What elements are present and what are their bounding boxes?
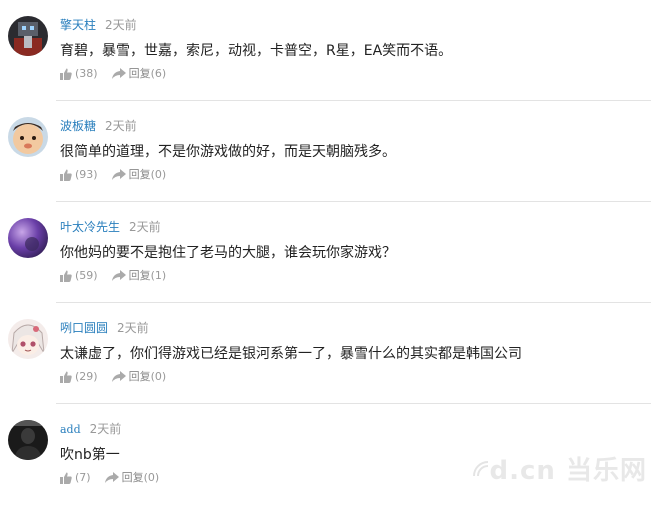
- thumbs-up-icon: [60, 371, 72, 383]
- thumbs-up-icon: [60, 169, 72, 181]
- reply-arrow-icon: [104, 472, 119, 483]
- thumbs-up-icon: [60, 472, 72, 484]
- comment-time: 2天前: [117, 321, 149, 335]
- reply-button[interactable]: 回复 (0): [104, 470, 160, 486]
- reply-button[interactable]: 回复 (1): [111, 268, 167, 284]
- reply-count: (0): [150, 370, 167, 383]
- reply-button[interactable]: 回复 (0): [111, 369, 167, 385]
- watermark-text: d.cn 当乐网: [489, 456, 647, 486]
- comment-text: 育碧，暴雪，世嘉，索尼，动视，卡普空，R星，EA笑而不语。: [60, 43, 453, 59]
- username-link[interactable]: add: [60, 423, 81, 436]
- like-count: (7): [75, 471, 91, 484]
- comment-text: 你他妈的要不是抱住了老马的大腿，谁会玩你家游戏？: [60, 245, 396, 261]
- reply-label: 回复: [128, 269, 151, 282]
- reply-count: (1): [150, 269, 167, 282]
- comment-item: 叶太冷先生 2天前 你他妈的要不是抱住了老马的大腿，谁会玩你家游戏？ (59) 回…: [0, 202, 659, 303]
- comment-item: 波板糖 2天前 很简单的道理，不是你游戏做的好，而是天朝脑残多。 (93) 回复 …: [0, 101, 659, 202]
- reply-label: 回复: [128, 370, 151, 383]
- reply-label: 回复: [121, 471, 144, 484]
- username-link[interactable]: 叶太冷先生: [60, 220, 120, 234]
- comment-text: 很简单的道理，不是你游戏做的好，而是天朝脑残多。: [60, 144, 396, 160]
- reply-arrow-icon: [111, 270, 126, 281]
- watermark-logo: d.cn 当乐网: [472, 450, 647, 487]
- like-count: (93): [75, 168, 98, 181]
- like-button[interactable]: (29): [60, 369, 98, 385]
- comment-time: 2天前: [129, 220, 161, 234]
- like-button[interactable]: (59): [60, 268, 98, 284]
- avatar[interactable]: [8, 117, 48, 157]
- comment-item: 擎天柱 2天前 育碧，暴雪，世嘉，索尼，动视，卡普空，R星，EA笑而不语。 (38…: [0, 0, 659, 101]
- username-link[interactable]: 咧口圆圆: [60, 321, 108, 335]
- reply-count: (6): [150, 67, 167, 80]
- reply-arrow-icon: [111, 169, 126, 180]
- signal-icon: [472, 460, 488, 476]
- reply-label: 回复: [128, 168, 151, 181]
- reply-count: (0): [143, 471, 160, 484]
- like-button[interactable]: (7): [60, 470, 91, 486]
- avatar[interactable]: [8, 218, 48, 258]
- reply-button[interactable]: 回复 (6): [111, 66, 167, 82]
- comment-time: 2天前: [105, 18, 137, 32]
- like-button[interactable]: (38): [60, 66, 98, 82]
- reply-arrow-icon: [111, 371, 126, 382]
- reply-count: (0): [150, 168, 167, 181]
- thumbs-up-icon: [60, 270, 72, 282]
- like-count: (29): [75, 370, 98, 383]
- comment-time: 2天前: [105, 119, 137, 133]
- like-count: (38): [75, 67, 98, 80]
- reply-button[interactable]: 回复 (0): [111, 167, 167, 183]
- comment-text: 吹nb第一: [60, 447, 120, 463]
- like-button[interactable]: (93): [60, 167, 98, 183]
- username-link[interactable]: 波板糖: [60, 119, 96, 133]
- avatar[interactable]: [8, 16, 48, 56]
- like-count: (59): [75, 269, 98, 282]
- username-link[interactable]: 擎天柱: [60, 18, 96, 32]
- avatar[interactable]: [8, 420, 48, 460]
- thumbs-up-icon: [60, 68, 72, 80]
- reply-label: 回复: [128, 67, 151, 80]
- comment-time: 2天前: [89, 422, 122, 436]
- comment-item: 咧口圆圆 2天前 太谦虚了，你们得游戏已经是银河系第一了，暴雪什么的其实都是韩国公…: [0, 303, 659, 404]
- comment-text: 太谦虚了，你们得游戏已经是银河系第一了，暴雪什么的其实都是韩国公司: [60, 346, 522, 362]
- reply-arrow-icon: [111, 68, 126, 79]
- avatar[interactable]: [8, 319, 48, 359]
